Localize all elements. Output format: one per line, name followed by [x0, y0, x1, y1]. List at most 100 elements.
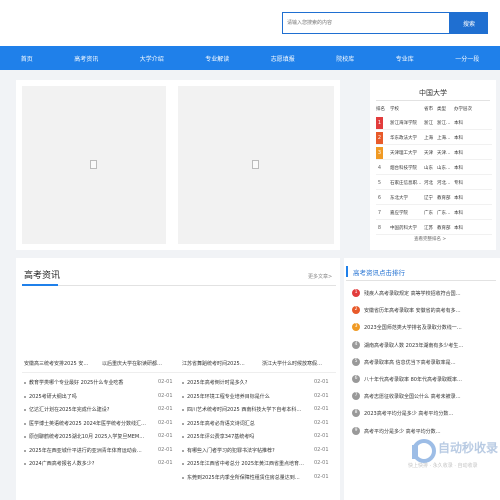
- hot-list-item[interactable]: 4 湖南高考录取人数 2023年湖南有多少考生…: [352, 340, 498, 352]
- hot-item-title[interactable]: 高考志愿征收录取全国公什么 高考未被录…: [364, 393, 496, 400]
- news-more-link[interactable]: 更多文章>: [308, 273, 332, 280]
- hot-list-item[interactable]: 8 2023高考平均分是多少 高考平均分数…: [352, 408, 498, 420]
- ranking-number: 3: [376, 147, 383, 159]
- ranking-level: 本科: [454, 211, 463, 216]
- nav-item-majors[interactable]: 专业解读: [205, 54, 229, 63]
- hot-list-item[interactable]: 3 2023全国师范类大学排名及录取分数线一…: [352, 322, 498, 334]
- news-item-date: 02-01: [314, 433, 329, 439]
- ranking-level: 专科: [454, 181, 463, 186]
- news-item-date: 02-01: [314, 419, 329, 426]
- news-list-item[interactable]: 2025年高考必背语文诗词汇总 02-01: [182, 419, 338, 431]
- ranking-row[interactable]: 5 石家庄信息职… 河北 河北… 专科: [376, 176, 492, 190]
- hot-rank-number: 6: [352, 375, 360, 383]
- search-button[interactable]: 搜索: [450, 12, 488, 34]
- hot-list-item[interactable]: 5 高考录取率高 信息优当下高考录取率是…: [352, 357, 498, 369]
- hot-item-title[interactable]: 高考平均分是多少 高考平均分数…: [364, 428, 496, 435]
- bullet-icon: [182, 395, 184, 398]
- news-item-title[interactable]: 2025年在西亚城什平进行的亚洲青年体育运动会…: [29, 447, 153, 454]
- news-caption[interactable]: 以后重庆大学在职读研都…: [102, 360, 178, 367]
- ranking-row[interactable]: 3 天津理工大学 天津 天津… 本科: [376, 146, 492, 160]
- nav-item-universities[interactable]: 大学介绍: [140, 54, 164, 63]
- news-list-item[interactable]: 教育学类哪个专业最好 2025什么专业吃香 02-01: [24, 378, 182, 390]
- news-list-item[interactable]: 2024广西高考报名人数多少? 02-01: [24, 459, 182, 471]
- news-item-title[interactable]: 2025考研大纲出了吗: [29, 393, 153, 400]
- news-list-item[interactable]: 东莞到2025年内季全所保障性租赁住房总量达到… 02-01: [182, 473, 338, 485]
- news-item-title[interactable]: 2025年高考必背语文诗词汇总: [187, 420, 309, 427]
- ranking-row[interactable]: 1 浙江海洋学院 浙江 浙江… 本科: [376, 116, 492, 130]
- news-list-item[interactable]: 原创聊鹤统考2025湖北10月 2025入学复旦MEM… 02-01: [24, 432, 182, 444]
- news-list-item[interactable]: 2025年在西亚城什平进行的亚洲青年体育运动会… 02-01: [24, 446, 182, 458]
- news-list-item[interactable]: 2025年环境工程专业培养目标是什么 02-01: [182, 392, 338, 404]
- news-item-date: 02-01: [158, 392, 173, 399]
- ranking-level: 本科: [454, 196, 463, 201]
- news-item-title[interactable]: 原创聊鹤统考2025湖北10月 2025入学复旦MEM…: [29, 433, 153, 440]
- feature-image-left[interactable]: [22, 86, 166, 244]
- ranking-row[interactable]: 4 烟台科技学院 山东 山东… 本科: [376, 161, 492, 175]
- news-list-item[interactable]: 2025年高考倒计时是多久? 02-01: [182, 378, 338, 390]
- news-item-title[interactable]: 教育学类哪个专业最好 2025什么专业吃香: [29, 379, 153, 386]
- news-list-item[interactable]: 医学博士英语统考2025 2024年医学统考分数线汇… 02-01: [24, 419, 182, 431]
- news-list-item[interactable]: 四川艺术统考时间2025 西南科技大学下自考本科… 02-01: [182, 405, 338, 417]
- ranking-header-level: 办学层次: [454, 107, 472, 112]
- news-item-title[interactable]: 有哪些入门者学习的犯罪书法字帖推荐?: [187, 447, 309, 454]
- hot-list-item[interactable]: 7 高考志愿征收录取全国公什么 高考未被录…: [352, 391, 498, 403]
- news-item-title[interactable]: 东莞到2025年内季全所保障性租赁住房总量达到…: [187, 474, 309, 481]
- hot-item-title[interactable]: 八十年代高考录取率 80年代高考录取概率…: [364, 376, 496, 383]
- ranking-row[interactable]: 2 华东政法大学 上海 上海… 本科: [376, 131, 492, 145]
- nav-item-score-table[interactable]: 一分一段: [455, 54, 479, 63]
- nav-item-school-library[interactable]: 院校库: [336, 54, 354, 63]
- news-item-title[interactable]: 2025年江西省中考总分 2025年黄江西省重点培育…: [187, 460, 309, 467]
- hot-item-title[interactable]: 湖南高考录取人数 2023年湖南有多少考生…: [364, 342, 496, 349]
- ranking-row[interactable]: 6 东北大学 辽宁 教育部 本科: [376, 191, 492, 205]
- news-list-item[interactable]: 有哪些入门者学习的犯罪书法字帖推荐? 02-01: [182, 446, 338, 458]
- news-caption[interactable]: 安徽高三统考安排2025 安…: [24, 360, 100, 367]
- news-item-title[interactable]: 四川艺术统考时间2025 西南科技大学下自考本科…: [187, 406, 309, 413]
- news-caption[interactable]: 江苏省舞蹈统考时间2025…: [182, 360, 258, 367]
- news-item-title[interactable]: 2025年评公费享347基统考吗: [187, 433, 309, 440]
- hot-title-bar: [346, 266, 348, 277]
- hot-item-title[interactable]: 安徽省历年高考录取率 安徽省的高考有多…: [364, 307, 496, 314]
- news-item-title[interactable]: 亿达汇计划在2025年完成什么建设?: [29, 406, 153, 413]
- news-item-date: 02-01: [158, 379, 173, 385]
- news-list-item[interactable]: 亿达汇计划在2025年完成什么建设? 02-01: [24, 405, 182, 417]
- hot-list-item[interactable]: 1 残疾人高考录取规定 高等学校招收符合国…: [352, 288, 498, 300]
- news-item-date: 02-01: [314, 379, 329, 385]
- ranking-row[interactable]: 8 中国药科大学 江苏 教育部 本科: [376, 221, 492, 235]
- ranking-city: 天津: [424, 151, 433, 156]
- ranking-more-link[interactable]: 查看完整排名 >: [414, 236, 446, 242]
- nav-item-applications[interactable]: 志愿填报: [271, 54, 295, 63]
- news-item-title[interactable]: 2024广西高考报名人数多少?: [29, 460, 153, 467]
- ranking-number: 5: [377, 180, 382, 186]
- news-caption[interactable]: 浙江大学什么时候放寒假…: [262, 360, 338, 367]
- hot-item-title[interactable]: 2023高考平均分是多少 高考平均分数…: [364, 410, 496, 417]
- hot-list-item[interactable]: 2 安徽省历年高考录取率 安徽省的高考有多…: [352, 305, 498, 317]
- news-item-date: 02-01: [158, 406, 173, 412]
- news-divider-accent: [22, 284, 58, 286]
- news-list-item[interactable]: 2025年江西省中考总分 2025年黄江西省重点培育… 02-01: [182, 459, 338, 471]
- nav-item-major-library[interactable]: 专业库: [396, 54, 414, 63]
- hot-item-title[interactable]: 残疾人高考录取规定 高等学校招收符合国…: [364, 290, 496, 297]
- nav-item-home[interactable]: 首页: [21, 54, 33, 63]
- ranking-title: 中国大学: [419, 89, 447, 97]
- hot-rank-number: 8: [352, 409, 360, 418]
- news-list-item[interactable]: 2025年评公费享347基统考吗 02-01: [182, 432, 338, 444]
- hot-rank-number: 3: [352, 323, 360, 332]
- ranking-number: 1: [376, 117, 383, 129]
- nav-item-news[interactable]: 高考资讯: [74, 54, 98, 63]
- news-item-title[interactable]: 医学博士英语统考2025 2024年医学统考分数线汇…: [29, 420, 153, 427]
- feature-image-middle[interactable]: [178, 86, 334, 244]
- search-input[interactable]: [283, 13, 449, 33]
- bullet-icon: [182, 463, 184, 465]
- hot-list-item[interactable]: 9 高考平均分是多少 高考平均分数…: [352, 426, 498, 438]
- search-box[interactable]: [282, 12, 450, 34]
- bullet-icon: [24, 449, 26, 452]
- ranking-row[interactable]: 7 嘉应学院 广东 广东… 本科: [376, 206, 492, 220]
- bullet-icon: [182, 436, 184, 438]
- hot-item-title[interactable]: 高考录取率高 信息优当下高考录取率是…: [364, 359, 496, 366]
- hot-list-item[interactable]: 6 八十年代高考录取率 80年代高考录取概率…: [352, 374, 498, 386]
- news-item-title[interactable]: 2025年环境工程专业培养目标是什么: [187, 393, 309, 400]
- ranking-school: 嘉应学院: [390, 211, 408, 216]
- news-item-title[interactable]: 2025年高考倒计时是多久?: [187, 379, 309, 386]
- news-list-item[interactable]: 2025考研大纲出了吗 02-01: [24, 392, 182, 404]
- hot-item-title[interactable]: 2023全国师范类大学排名及录取分数线一…: [364, 324, 496, 331]
